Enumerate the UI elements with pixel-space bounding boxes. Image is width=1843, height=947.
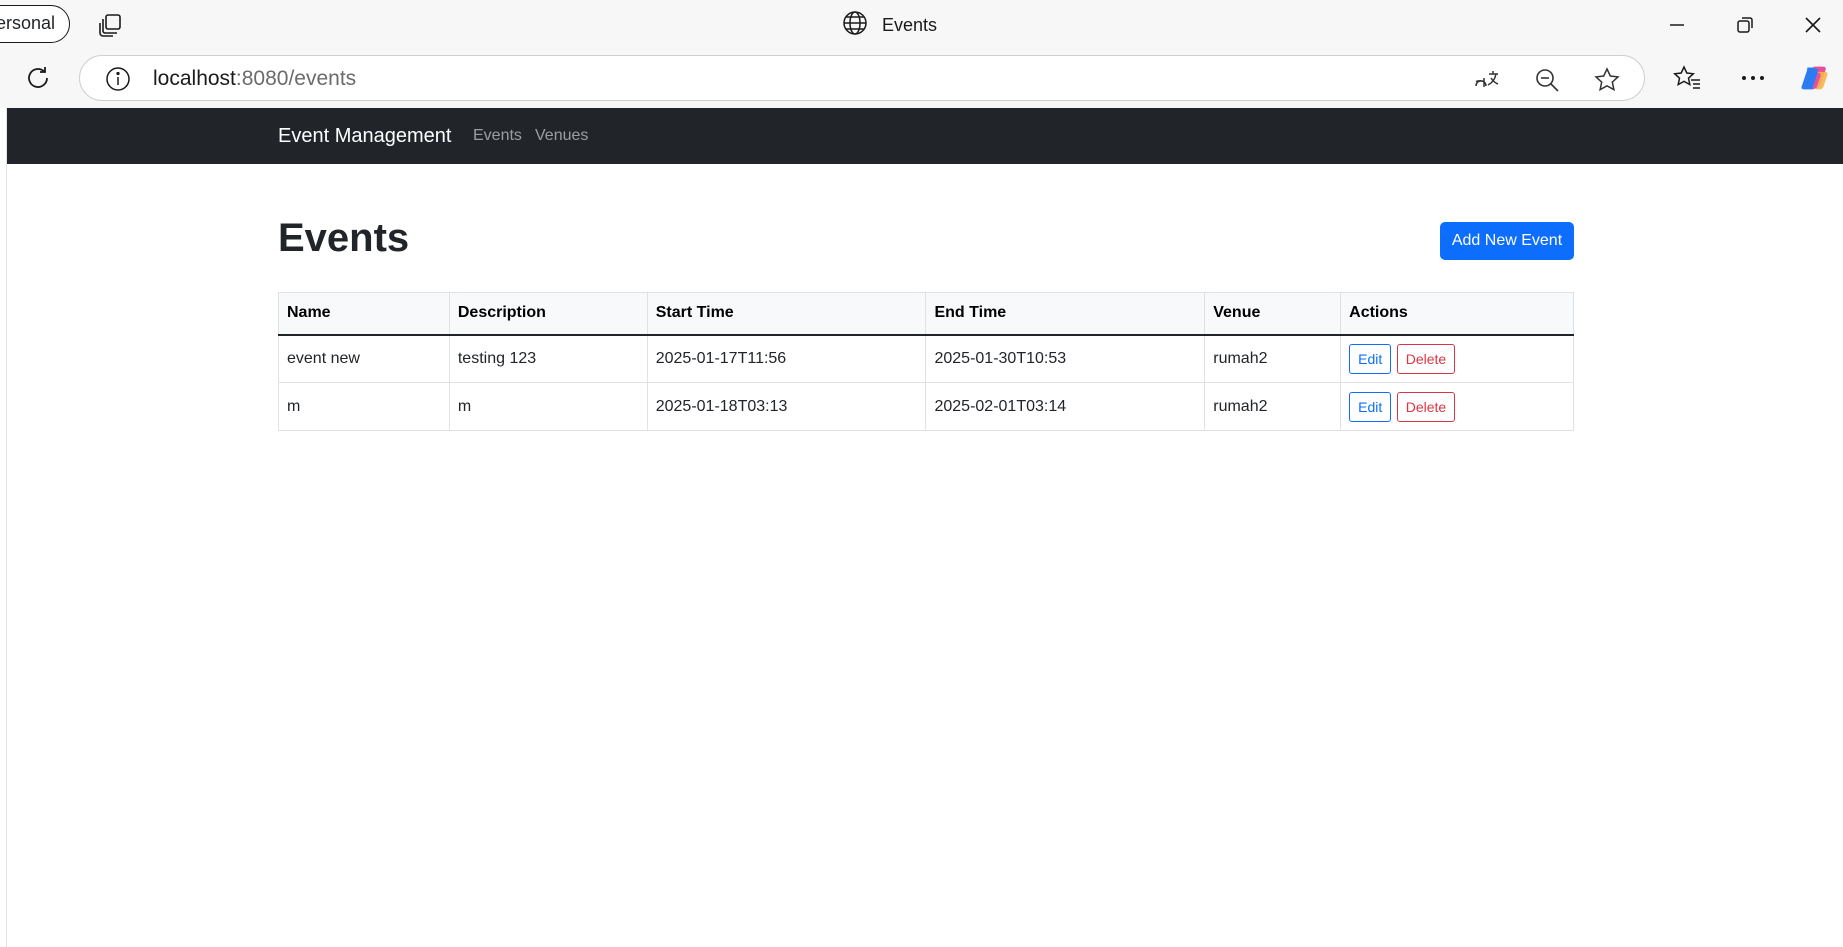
table-header-row: Name Description Start Time End Time Ven… [278, 292, 1574, 336]
page-title: Events [278, 216, 410, 260]
zoom-out-icon[interactable] [1533, 66, 1561, 94]
browser-titlebar: ersonal Events [0, 0, 1843, 50]
profile-button[interactable]: ersonal [0, 5, 70, 43]
url-path: :8080/events [235, 67, 357, 90]
cell-name: m [278, 382, 450, 431]
edit-button[interactable]: Edit [1349, 391, 1392, 422]
cell-actions: Edit Delete [1340, 382, 1574, 431]
cell-end-time: 2025-01-30T10:53 [925, 334, 1206, 383]
translate-icon[interactable] [1473, 66, 1501, 94]
site-info-icon[interactable] [105, 66, 131, 92]
table-row: event new testing 123 2025-01-17T11:56 2… [278, 334, 1574, 383]
column-header-venue: Venue [1204, 292, 1342, 336]
column-header-end-time: End Time [925, 292, 1206, 336]
top-navbar: Event Management Events Venues [7, 108, 1843, 164]
nav-link-events[interactable]: Events [473, 108, 522, 164]
cell-start-time: 2025-01-18T03:13 [646, 382, 927, 431]
url-host: localhost [153, 67, 236, 90]
column-header-name: Name [278, 292, 450, 336]
cell-end-time: 2025-02-01T03:14 [925, 382, 1206, 431]
column-header-start-time: Start Time [646, 292, 927, 336]
minimize-icon[interactable] [1662, 10, 1692, 40]
delete-button[interactable]: Delete [1396, 391, 1456, 422]
window-title: Events [842, 10, 938, 41]
table-row: m m 2025-01-18T03:13 2025-02-01T03:14 ru… [278, 382, 1574, 431]
cell-start-time: 2025-01-17T11:56 [646, 334, 927, 383]
cell-venue: rumah2 [1204, 334, 1342, 383]
favorite-star-icon[interactable] [1593, 66, 1621, 94]
address-bar[interactable]: localhost:8080/events [79, 55, 1645, 101]
cell-description: m [448, 382, 648, 431]
close-icon[interactable] [1798, 10, 1828, 40]
nav-link-venues[interactable]: Venues [535, 108, 588, 164]
cell-description: testing 123 [448, 334, 648, 383]
restore-icon[interactable] [1730, 10, 1760, 40]
tab-actions-icon[interactable] [98, 12, 124, 38]
favorites-icon[interactable] [1673, 64, 1701, 92]
cell-venue: rumah2 [1204, 382, 1342, 431]
events-table: Name Description Start Time End Time Ven… [278, 292, 1574, 431]
window-title-text: Events [882, 14, 938, 35]
copilot-icon[interactable] [1801, 64, 1829, 92]
edit-button[interactable]: Edit [1349, 343, 1392, 374]
more-options-icon[interactable] [1739, 64, 1767, 92]
add-new-event-button[interactable]: Add New Event [1440, 222, 1574, 260]
delete-button[interactable]: Delete [1396, 343, 1456, 374]
profile-label: ersonal [0, 13, 55, 33]
reload-icon[interactable] [24, 64, 52, 92]
browser-toolbar: localhost:8080/events [0, 50, 1843, 108]
cell-actions: Edit Delete [1340, 334, 1574, 383]
column-header-description: Description [448, 292, 648, 336]
url-text[interactable]: localhost:8080/events [153, 56, 356, 102]
cell-name: event new [278, 334, 450, 383]
page-viewport: Event Management Events Venues Events Ad… [6, 108, 1843, 947]
column-header-actions: Actions [1340, 292, 1574, 336]
navbar-brand[interactable]: Event Management [278, 108, 451, 164]
globe-icon [842, 10, 868, 41]
